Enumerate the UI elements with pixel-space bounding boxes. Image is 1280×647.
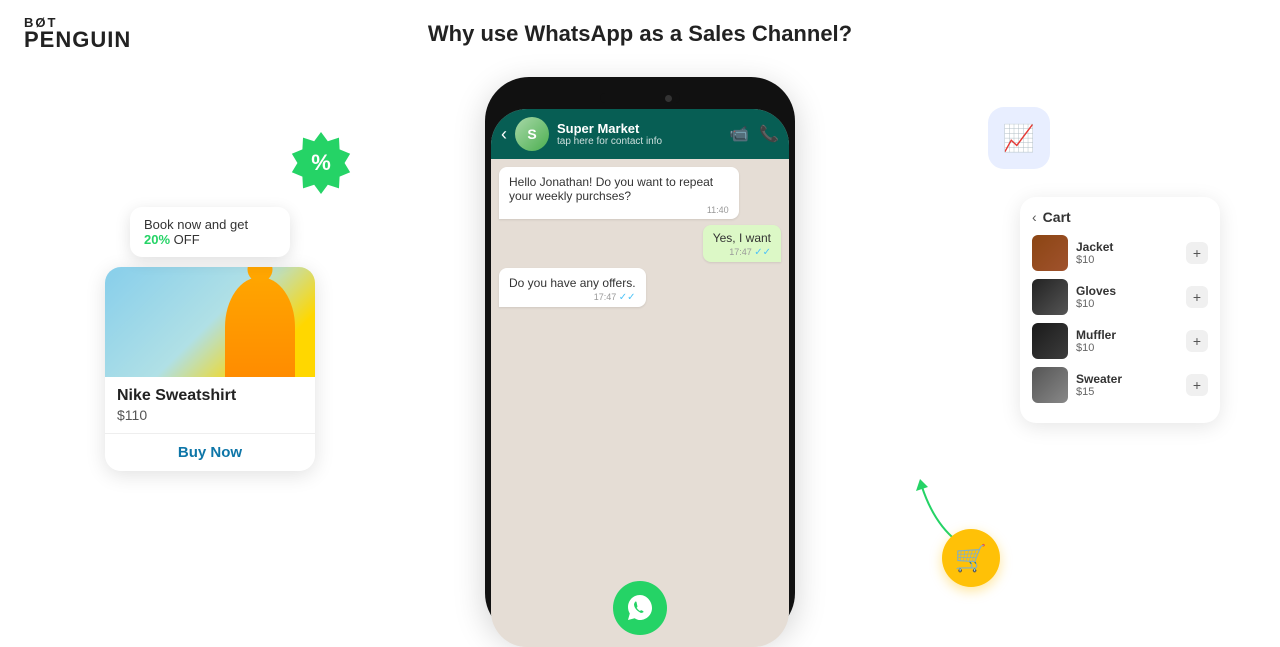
promo-text-after: OFF bbox=[170, 232, 200, 247]
cart-title: Cart bbox=[1043, 209, 1071, 225]
analytics-icon-box: 📈 bbox=[988, 107, 1050, 169]
contact-status: tap here for contact info bbox=[557, 136, 721, 147]
whatsapp-icon bbox=[613, 581, 667, 635]
cart-item-image-1 bbox=[1032, 279, 1068, 315]
cart-button[interactable]: 🛒 bbox=[942, 529, 1000, 587]
cart-item-price-0: $10 bbox=[1076, 254, 1178, 266]
product-price: $110 bbox=[117, 407, 303, 423]
header: BØT PENGUIN Why use WhatsApp as a Sales … bbox=[0, 0, 1280, 67]
whatsapp-header: ‹ S Super Market tap here for contact in… bbox=[491, 109, 789, 159]
cart-item-info-2: Muffler $10 bbox=[1076, 328, 1178, 354]
cart-add-button-1[interactable]: + bbox=[1186, 286, 1208, 308]
cart-add-button-3[interactable]: + bbox=[1186, 374, 1208, 396]
page-title: Why use WhatsApp as a Sales Channel? bbox=[428, 21, 852, 47]
chat-messages: Hello Jonathan! Do you want to repeat yo… bbox=[491, 159, 789, 569]
product-info: Nike Sweatshirt $110 bbox=[105, 377, 315, 433]
cart-item-name-0: Jacket bbox=[1076, 240, 1178, 254]
discount-icon: % bbox=[311, 150, 331, 176]
contact-info: Super Market tap here for contact info bbox=[557, 121, 721, 147]
cart-item-info-1: Gloves $10 bbox=[1076, 284, 1178, 310]
message-text-1: Hello Jonathan! Do you want to repeat yo… bbox=[509, 175, 713, 203]
message-text-3: Do you have any offers. bbox=[509, 276, 636, 290]
analytics-icon: 📈 bbox=[1003, 123, 1035, 154]
cart-item-jacket: Jacket $10 + bbox=[1032, 235, 1208, 271]
cart-item-info-3: Sweater $15 bbox=[1076, 372, 1178, 398]
message-time-2: 17:47 ✓✓ bbox=[713, 247, 771, 258]
cart-panel: ‹ Cart Jacket $10 + Gloves $10 + Muffler… bbox=[1020, 197, 1220, 423]
cart-item-info-0: Jacket $10 bbox=[1076, 240, 1178, 266]
promo-highlight: 20% bbox=[144, 232, 170, 247]
phone-notch bbox=[600, 93, 680, 103]
whatsapp-bottom bbox=[491, 569, 789, 647]
cart-item-muffler: Muffler $10 + bbox=[1032, 323, 1208, 359]
phone-screen: ‹ S Super Market tap here for contact in… bbox=[491, 109, 789, 647]
cart-item-sweater: Sweater $15 + bbox=[1032, 367, 1208, 403]
cart-item-name-3: Sweater bbox=[1076, 372, 1178, 386]
product-card: Nike Sweatshirt $110 Buy Now bbox=[105, 267, 315, 471]
message-text-2: Yes, I want bbox=[713, 231, 771, 245]
call-icon[interactable]: 📞 bbox=[759, 124, 779, 144]
message-time-1: 11:40 bbox=[509, 205, 729, 215]
promo-text-before: Book now and get bbox=[144, 217, 248, 232]
cart-item-name-2: Muffler bbox=[1076, 328, 1178, 342]
message-sent-1: Yes, I want 17:47 ✓✓ bbox=[703, 225, 781, 262]
promo-badge: Book now and get 20% OFF bbox=[130, 207, 290, 257]
contact-avatar: S bbox=[515, 117, 549, 151]
logo-bottom: PENGUIN bbox=[24, 29, 131, 51]
main-content: % Book now and get 20% OFF Nike Sweatshi… bbox=[0, 67, 1280, 627]
video-call-icon[interactable]: 📹 bbox=[729, 124, 749, 144]
cart-item-name-1: Gloves bbox=[1076, 284, 1178, 298]
cart-item-image-3 bbox=[1032, 367, 1068, 403]
cart-item-image-0 bbox=[1032, 235, 1068, 271]
product-figure bbox=[225, 277, 295, 377]
cart-item-image-2 bbox=[1032, 323, 1068, 359]
wa-action-icons: 📹 📞 bbox=[729, 124, 779, 144]
cart-item-price-2: $10 bbox=[1076, 342, 1178, 354]
cart-add-button-0[interactable]: + bbox=[1186, 242, 1208, 264]
message-time-3: 17:47 ✓✓ bbox=[509, 292, 636, 303]
message-received-1: Hello Jonathan! Do you want to repeat yo… bbox=[499, 167, 739, 219]
buy-now-button[interactable]: Buy Now bbox=[105, 433, 315, 471]
logo: BØT PENGUIN bbox=[24, 16, 131, 51]
phone-mockup: ‹ S Super Market tap here for contact in… bbox=[485, 77, 795, 637]
back-icon[interactable]: ‹ bbox=[501, 124, 507, 145]
contact-name: Super Market bbox=[557, 121, 721, 136]
cart-button-icon: 🛒 bbox=[955, 543, 987, 574]
message-received-2: Do you have any offers. 17:47 ✓✓ bbox=[499, 268, 646, 307]
cart-back-icon[interactable]: ‹ bbox=[1032, 209, 1037, 225]
cart-item-price-3: $15 bbox=[1076, 386, 1178, 398]
cart-item-price-1: $10 bbox=[1076, 298, 1178, 310]
cart-add-button-2[interactable]: + bbox=[1186, 330, 1208, 352]
product-name: Nike Sweatshirt bbox=[117, 387, 303, 405]
product-image bbox=[105, 267, 315, 377]
discount-seal: % bbox=[290, 132, 352, 194]
cart-item-gloves: Gloves $10 + bbox=[1032, 279, 1208, 315]
cart-header: ‹ Cart bbox=[1032, 209, 1208, 225]
cart-items-list: Jacket $10 + Gloves $10 + Muffler $10 + … bbox=[1032, 235, 1208, 403]
